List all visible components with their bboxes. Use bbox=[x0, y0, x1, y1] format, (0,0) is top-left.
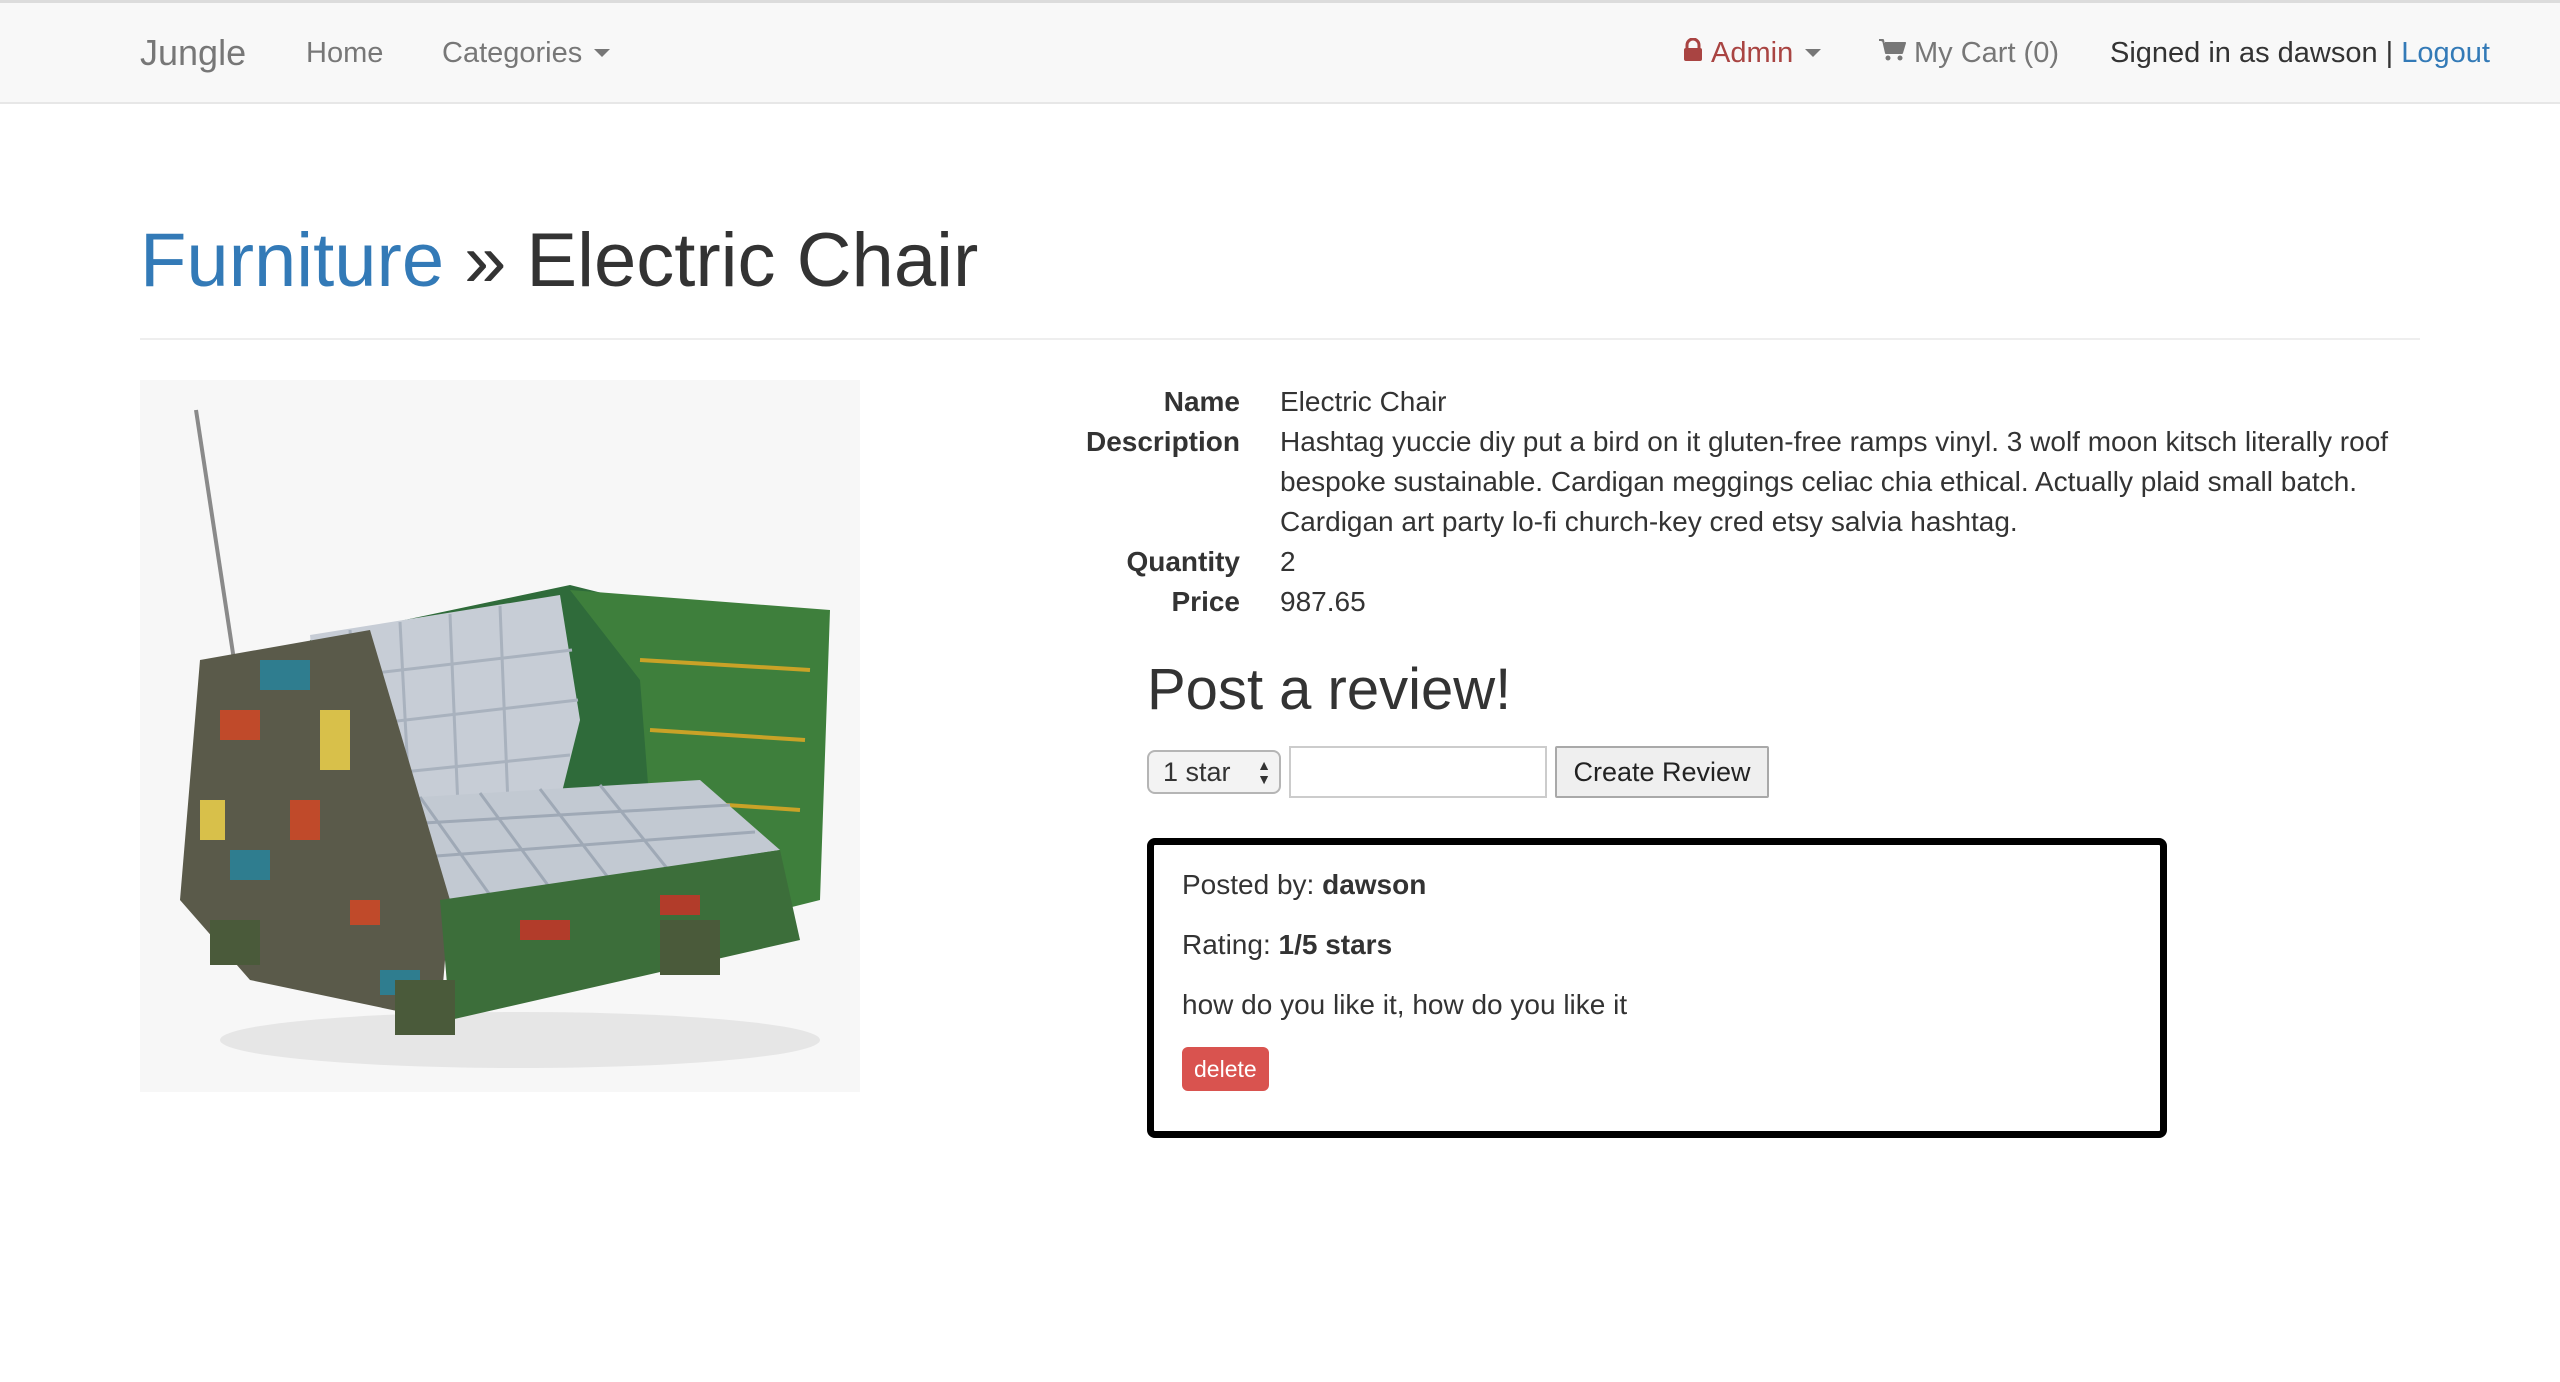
shopping-cart-icon bbox=[1878, 37, 1906, 70]
nav-categories-label: Categories bbox=[442, 36, 583, 69]
detail-row-price: Price 987.65 bbox=[1060, 582, 2430, 622]
review-posted-by-label: Posted by: bbox=[1182, 869, 1315, 900]
review-rating-line: Rating: 1/5 stars bbox=[1182, 927, 2132, 963]
nav-separator: | bbox=[2385, 36, 2394, 69]
brand-link[interactable]: Jungle bbox=[140, 3, 246, 103]
review-form: 1 star ▲ ▼ Create Review bbox=[1147, 746, 1769, 798]
review-card: Posted by: dawson Rating: 1/5 stars how … bbox=[1147, 838, 2167, 1138]
detail-label-name: Name bbox=[1163, 386, 1240, 417]
breadcrumb-category-link[interactable]: Furniture bbox=[140, 218, 444, 303]
navbar: Jungle Home Categories Admin My Cart (0)… bbox=[0, 0, 2560, 104]
chevron-down-icon bbox=[1805, 49, 1822, 57]
breadcrumb-separator: » bbox=[464, 218, 507, 303]
create-review-button[interactable]: Create Review bbox=[1555, 746, 1769, 798]
review-author-line: Posted by: dawson bbox=[1182, 867, 2132, 903]
nav-admin-label: Admin bbox=[1711, 36, 1794, 69]
nav-admin-dropdown[interactable]: Admin bbox=[1683, 3, 1822, 103]
review-rating-label: Rating: bbox=[1182, 929, 1271, 960]
signed-in-text: Signed in as dawson bbox=[2110, 36, 2378, 69]
product-image bbox=[140, 380, 860, 1092]
chevron-down-icon bbox=[594, 49, 611, 57]
lock-icon bbox=[1683, 37, 1703, 70]
detail-row-description: Description Hashtag yuccie diy put a bir… bbox=[1060, 422, 2430, 542]
nav-cart-label: My Cart (0) bbox=[1914, 36, 2059, 69]
nav-categories-dropdown[interactable]: Categories bbox=[442, 3, 611, 103]
review-text: how do you like it, how do you like it bbox=[1182, 989, 1628, 1020]
nav-cart-link[interactable]: My Cart (0) bbox=[1878, 3, 2059, 103]
rating-select-value: 1 star bbox=[1163, 756, 1231, 787]
breadcrumb-product: Electric Chair bbox=[526, 218, 979, 303]
detail-value-description: Hashtag yuccie diy put a bird on it glut… bbox=[1280, 426, 2389, 537]
detail-row-name: Name Electric Chair bbox=[1060, 382, 2430, 422]
electric-chair-image bbox=[140, 380, 860, 1092]
review-author: dawson bbox=[1322, 869, 1427, 900]
detail-value-price: 987.65 bbox=[1280, 586, 1366, 617]
signed-in-status: Signed in as dawson | Logout bbox=[2110, 3, 2490, 103]
rating-select[interactable]: 1 star ▲ ▼ bbox=[1147, 750, 1281, 794]
page-title: Furniture» Electric Chair bbox=[140, 216, 2420, 340]
detail-label-description: Description bbox=[1085, 426, 1240, 457]
detail-label-quantity: Quantity bbox=[1126, 546, 1240, 577]
review-comment-input[interactable] bbox=[1289, 746, 1547, 798]
review-rating: 1/5 stars bbox=[1278, 929, 1393, 960]
detail-value-quantity: 2 bbox=[1280, 546, 1296, 577]
delete-review-button[interactable]: delete bbox=[1182, 1047, 1269, 1091]
review-form-title: Post a review! bbox=[1147, 657, 1512, 722]
select-arrows-icon: ▲ ▼ bbox=[1257, 757, 1271, 787]
logout-link[interactable]: Logout bbox=[2401, 37, 2490, 70]
product-details: Name Electric Chair Description Hashtag … bbox=[1060, 382, 2430, 622]
detail-value-name: Electric Chair bbox=[1280, 386, 1447, 417]
nav-home-link[interactable]: Home bbox=[306, 3, 383, 103]
detail-row-quantity: Quantity 2 bbox=[1060, 542, 2430, 582]
detail-label-price: Price bbox=[1171, 586, 1241, 617]
